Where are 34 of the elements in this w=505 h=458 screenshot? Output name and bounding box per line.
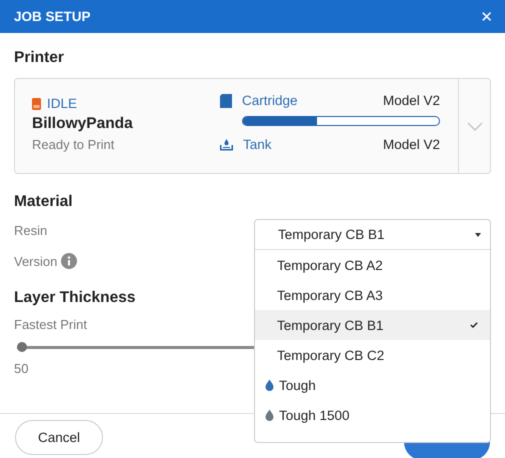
dialog-title: JOB SETUP: [14, 9, 91, 24]
printer-state: Ready to Print: [32, 137, 116, 152]
cartridge-icon: [220, 94, 232, 108]
drop-icon: [265, 409, 274, 421]
cartridge-label: Cartridge: [242, 93, 299, 108]
tank-label: Tank: [243, 137, 273, 152]
printer-icon: [32, 98, 41, 110]
info-icon[interactable]: [61, 253, 78, 269]
dropdown-option[interactable]: Tough: [255, 370, 490, 400]
section-heading: Layer Thickness: [14, 288, 136, 308]
dropdown-option[interactable]: Tough 1500: [255, 400, 490, 430]
slider-label: Fastest Print: [14, 317, 87, 332]
tank-model: Model V2: [382, 137, 440, 152]
dropdown-option[interactable]: Temporary CB B1: [255, 310, 490, 340]
resin-select[interactable]: Temporary CB B1: [255, 220, 490, 250]
dropdown-option[interactable]: Temporary CB A2: [255, 250, 490, 280]
caret-down-icon: [475, 232, 481, 236]
cancel-button[interactable]: Cancel: [15, 420, 103, 455]
slider-value: 50: [14, 361, 28, 376]
resin-label: Resin: [14, 223, 48, 238]
section-heading: Material: [14, 192, 73, 212]
cartridge-model: Model V2: [382, 93, 440, 108]
check-icon: [470, 322, 478, 328]
slider-thumb[interactable]: [17, 342, 27, 352]
printer-card[interactable]: IDLE BillowyPanda Ready to Print Cartridge Model V2 Tank Model V2: [14, 78, 491, 174]
drop-icon: [265, 379, 274, 391]
section-heading: Printer: [14, 48, 64, 68]
dropdown-option[interactable]: Temporary CB C2: [255, 340, 490, 370]
tank-icon: [220, 138, 233, 151]
printer-name: BillowyPanda: [32, 115, 134, 133]
dropdown-option[interactable]: Temporary CB A3: [255, 280, 490, 310]
version-label: Version: [14, 254, 58, 268]
close-button[interactable]: ✕: [480, 8, 493, 26]
printer-status: IDLE: [47, 96, 78, 111]
